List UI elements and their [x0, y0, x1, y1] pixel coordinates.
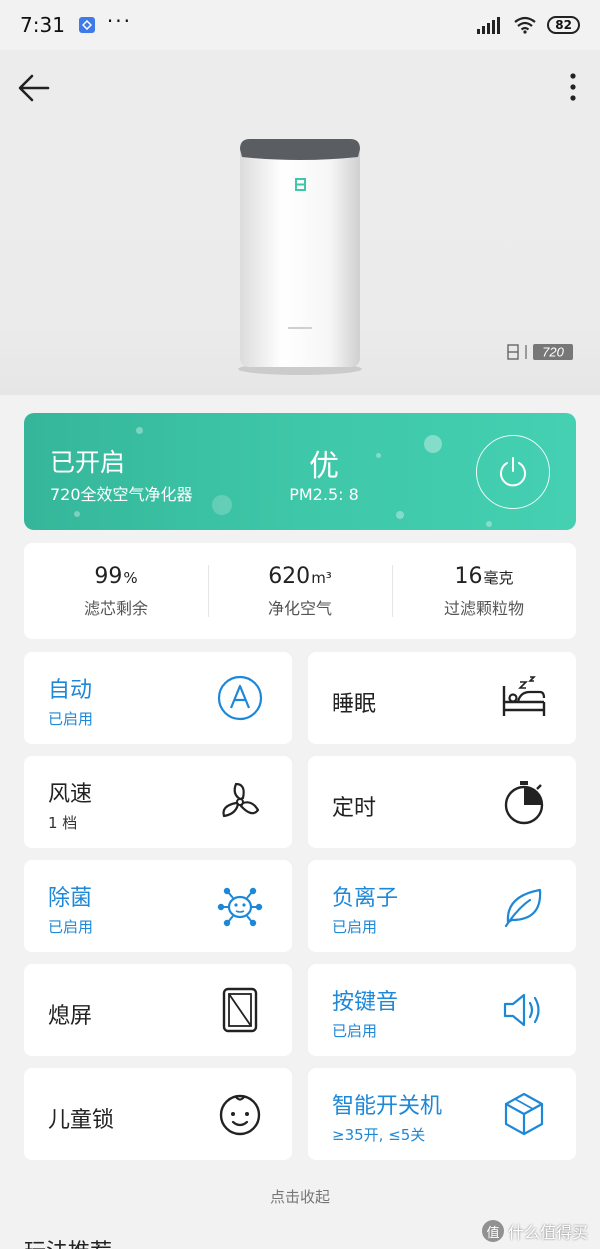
tile-title: 智能开关机 — [332, 1094, 443, 1119]
brand-logo: 720 — [507, 344, 573, 360]
tile-status: 已启用 — [332, 918, 378, 936]
decor-bubble — [376, 453, 381, 458]
tile-title: 风速 — [48, 782, 93, 807]
more-notifications-indicator: ··· — [106, 9, 132, 33]
decor-bubble — [424, 435, 442, 453]
auto-a-icon — [217, 675, 263, 721]
tile-screen-off[interactable]: 熄屏 — [24, 964, 292, 1056]
virus-icon — [217, 887, 263, 927]
collapse-button[interactable]: 点击收起 — [0, 1186, 600, 1207]
device-status-card: 已开启 720全效空气净化器 优 PM2.5: 8 — [24, 413, 576, 530]
tile-key-sound[interactable]: 按键音 已启用 — [308, 964, 576, 1056]
pm25-reading: PM2.5: 8 — [289, 485, 359, 504]
stats-card: 99% 滤芯剩余 620m³ 净化空气 16毫克 过滤颗粒物 — [24, 543, 576, 639]
status-time: 7:31 — [20, 13, 65, 37]
stat-filter-remaining: 99% 滤芯剩余 — [24, 543, 208, 639]
baby-face-icon — [219, 1094, 261, 1136]
decor-bubble — [212, 495, 232, 515]
stat-air-purified: 620m³ 净化空气 — [208, 543, 392, 639]
device-name: 720全效空气净化器 — [50, 485, 193, 504]
more-options-icon[interactable] — [568, 72, 578, 102]
tile-title: 自动 — [48, 678, 93, 703]
tile-sterilize[interactable]: 除菌 已启用 — [24, 860, 292, 952]
tile-title: 熄屏 — [48, 1004, 93, 1029]
cube-icon — [504, 1092, 544, 1136]
tile-fan-speed[interactable]: 风速 1 档 — [24, 756, 292, 848]
stat-unit: 毫克 — [483, 568, 514, 587]
stopwatch-icon — [504, 781, 544, 825]
back-arrow-icon[interactable] — [16, 70, 52, 106]
stat-value: 16毫克 — [454, 563, 514, 589]
tile-status: 已启用 — [332, 1022, 378, 1040]
tile-title: 定时 — [332, 796, 377, 821]
tile-status: 已启用 — [48, 918, 94, 936]
tile-title: 负离子 — [332, 886, 399, 911]
stat-value: 99% — [94, 563, 138, 589]
tile-timer[interactable]: 定时 — [308, 756, 576, 848]
stat-value: 620m³ — [268, 563, 332, 589]
tile-title: 按键音 — [332, 990, 399, 1015]
section-heading-recommendations: 玩法推荐 — [24, 1234, 112, 1249]
air-quality-rating: 优 — [309, 449, 339, 484]
wifi-icon — [514, 16, 536, 34]
power-button[interactable] — [476, 435, 550, 509]
watermark-logo: 值 — [481, 1220, 504, 1242]
battery-indicator: 82 — [547, 16, 580, 34]
tile-anion[interactable]: 负离子 已启用 — [308, 860, 576, 952]
tile-smart-switch[interactable]: 智能开关机 ≥35开, ≤5关 — [308, 1068, 576, 1160]
stat-unit: % — [123, 568, 138, 587]
app-notification-icon — [78, 17, 95, 33]
power-state-label: 已开启 — [50, 448, 126, 477]
air-purifier-image — [238, 139, 362, 375]
brand-badge-text: 720 — [542, 345, 564, 360]
tile-child-lock[interactable]: 儿童锁 — [24, 1068, 292, 1160]
decor-bubble — [136, 427, 143, 434]
fan-icon — [222, 782, 260, 818]
tile-status: 1 档 — [48, 814, 78, 832]
tile-auto-mode[interactable]: 自动 已启用 — [24, 652, 292, 744]
stat-label: 净化空气 — [267, 598, 332, 618]
tile-title: 睡眠 — [332, 692, 377, 717]
screen-off-icon — [222, 987, 258, 1033]
stat-label: 过滤颗粒物 — [443, 598, 524, 618]
status-bar: 7:31 ··· 82 — [0, 0, 600, 50]
stat-particles-filtered: 16毫克 过滤颗粒物 — [392, 543, 576, 639]
tile-status: 已启用 — [48, 710, 94, 728]
sleep-bed-icon — [502, 676, 546, 716]
device-hero: 720 — [0, 50, 600, 395]
watermark-text: 什么值得买 — [507, 1223, 588, 1242]
speaker-icon — [503, 993, 540, 1027]
leaf-icon — [504, 888, 542, 928]
stat-unit: m³ — [311, 568, 332, 587]
tile-title: 儿童锁 — [48, 1108, 115, 1133]
tile-sleep-mode[interactable]: 睡眠 — [308, 652, 576, 744]
stat-label: 滤芯剩余 — [83, 598, 148, 618]
power-icon — [500, 457, 526, 487]
signal-icon — [477, 17, 501, 34]
watermark: 值 什么值得买 — [481, 1218, 588, 1244]
tile-title: 除菌 — [48, 886, 93, 911]
decor-bubble — [74, 511, 80, 517]
decor-bubble — [486, 521, 492, 527]
decor-bubble — [396, 511, 404, 519]
tile-status: ≥35开, ≤5关 — [332, 1126, 426, 1144]
